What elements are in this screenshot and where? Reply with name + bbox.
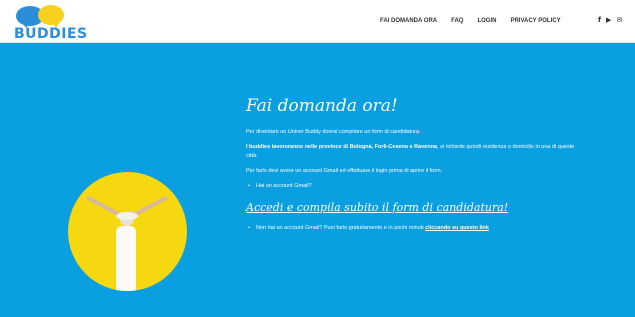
nav-item-login[interactable]: LOGIN [477, 18, 496, 24]
speech-bubble-yellow-icon [38, 5, 64, 25]
youtube-icon[interactable]: ▶ [606, 16, 611, 24]
email-icon[interactable]: ✉ [616, 16, 622, 24]
bullet-no-gmail: Non hai un account Gmail? Puoi farlo gra… [246, 224, 586, 233]
bullet-list-2: Non hai un account Gmail? Puoi farlo gra… [246, 224, 586, 233]
nav-item-fai-domanda-ora[interactable]: FAI DOMANDA ORA [380, 18, 437, 24]
create-gmail-link[interactable]: cliccando su questo link [425, 225, 489, 231]
nav-item-privacy-policy[interactable]: PRIVACY POLICY [510, 18, 560, 24]
apply-form-link[interactable]: Accedi e compila subito il form di candi… [246, 201, 508, 214]
hero-image [68, 172, 187, 291]
woman-illustration [85, 195, 169, 291]
social-links: f ▶ ✉ [598, 16, 622, 24]
buddies-logo[interactable]: BUDDIES [12, 4, 87, 42]
no-gmail-text: Non hai un account Gmail? Puoi farlo gra… [256, 225, 426, 231]
bullet-have-gmail: Hai un account Gmail? [246, 182, 586, 191]
intro-paragraph: Per diventare un Univer Buddy dovrai com… [246, 129, 421, 135]
logo-text: BUDDIES [14, 26, 88, 42]
province-paragraph: I buddies lavoreranno nelle province di … [246, 143, 586, 161]
facebook-icon[interactable]: f [598, 16, 601, 24]
site-header: BUDDIES FAI DOMANDA ORA FAQ LOGIN PRIVAC… [0, 0, 635, 43]
page-title: Fai domanda ora! [246, 96, 398, 116]
province-strong-text: I buddies lavoreranno nelle province di … [246, 144, 438, 150]
gmail-requirement-paragraph: Per farlo devi avere un account Gmail ed… [246, 168, 443, 174]
main-content: Fai domanda ora! Per diventare un Univer… [246, 96, 586, 239]
bullet-list-1: Hai un account Gmail? [246, 182, 586, 191]
nav-item-faq[interactable]: FAQ [451, 18, 463, 24]
main-nav: FAI DOMANDA ORA FAQ LOGIN PRIVACY POLICY [380, 18, 575, 24]
